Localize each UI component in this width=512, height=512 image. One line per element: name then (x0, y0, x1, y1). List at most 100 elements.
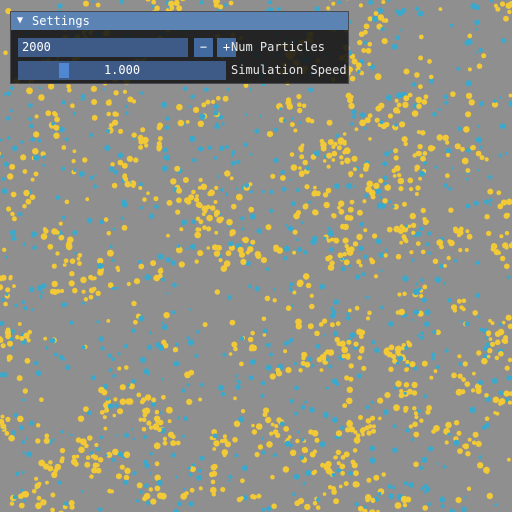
particle-yellow (7, 173, 14, 180)
particle-yellow (91, 467, 98, 474)
decrement-button[interactable]: − (194, 38, 213, 57)
particle-blue (192, 157, 197, 163)
particle-blue (170, 452, 176, 458)
particle-blue (384, 248, 388, 252)
particle-blue (146, 500, 151, 506)
particle-yellow (189, 487, 195, 493)
particle-yellow (282, 466, 290, 473)
particle-yellow (359, 119, 366, 127)
particle-blue (170, 260, 176, 266)
particle-blue (125, 111, 129, 115)
particle-yellow (47, 243, 54, 250)
panel-titlebar[interactable]: ▼ Settings (11, 12, 348, 30)
particle-yellow (367, 62, 372, 67)
particle-yellow (265, 224, 272, 231)
particle-yellow (492, 396, 500, 404)
particle-blue (325, 386, 329, 390)
particle-yellow (341, 353, 347, 359)
particle-yellow (315, 505, 321, 510)
triangle-down-icon[interactable]: ▼ (17, 12, 23, 30)
particle-yellow (162, 440, 168, 446)
particle-yellow (363, 29, 368, 35)
particle-yellow (465, 111, 472, 118)
particle-blue (11, 235, 17, 241)
particle-yellow (421, 99, 428, 105)
particle-yellow (269, 431, 274, 436)
particle-blue (311, 235, 319, 242)
particle-blue (196, 330, 200, 334)
particle-yellow (461, 157, 469, 165)
particle-yellow (299, 170, 305, 176)
particle-yellow (394, 502, 402, 509)
particle-yellow (210, 486, 217, 494)
particle-yellow (356, 259, 362, 265)
particle-blue (176, 244, 181, 248)
particle-yellow (142, 139, 148, 144)
particle-yellow (272, 429, 279, 435)
particle-blue (230, 160, 236, 166)
particle-yellow (233, 396, 237, 401)
particle-blue (369, 445, 376, 452)
particle-yellow (225, 250, 232, 257)
particle-yellow (461, 377, 466, 382)
particle-yellow (403, 141, 409, 147)
particle-yellow (314, 437, 320, 443)
particle-blue (149, 471, 152, 474)
particle-blue (199, 113, 206, 120)
particle-blue (188, 105, 192, 108)
particle-yellow (411, 390, 418, 396)
particle-yellow (432, 258, 439, 265)
particle-blue (420, 335, 425, 340)
particle-blue (323, 333, 327, 337)
particle-yellow (311, 190, 318, 197)
particle-yellow (402, 101, 409, 109)
particle-blue (508, 103, 512, 107)
particle-blue (395, 361, 400, 365)
particle-blue (69, 320, 74, 325)
particle-yellow (107, 99, 112, 104)
particle-yellow (418, 176, 422, 181)
particle-blue (231, 154, 234, 158)
particle-yellow (166, 406, 173, 414)
particle-yellow (354, 127, 359, 132)
particle-blue (366, 296, 369, 300)
particle-yellow (495, 6, 501, 12)
particle-blue (302, 481, 306, 485)
particle-blue (171, 310, 176, 315)
particle-blue (379, 120, 384, 125)
particle-yellow (304, 503, 311, 511)
particle-yellow (112, 448, 119, 456)
particle-blue (310, 363, 315, 368)
particle-yellow (295, 323, 302, 330)
particle-yellow (58, 221, 63, 226)
particle-yellow (104, 407, 110, 413)
particle-blue (327, 230, 334, 237)
particle-blue (187, 383, 191, 387)
particle-yellow (195, 201, 202, 208)
particle-yellow (342, 150, 347, 155)
particle-yellow (454, 143, 461, 150)
particle-yellow (414, 72, 420, 78)
particle-yellow (399, 121, 406, 128)
particle-yellow (322, 159, 327, 163)
particle-yellow (301, 103, 307, 109)
particle-yellow (72, 149, 77, 154)
num-particles-input[interactable]: 2000 (18, 38, 188, 57)
particle-yellow (413, 461, 419, 468)
particle-yellow (458, 248, 463, 253)
particle-yellow (462, 361, 468, 367)
particle-blue (403, 391, 407, 395)
particle-blue (13, 413, 19, 418)
particle-blue (194, 353, 199, 358)
particle-yellow (467, 67, 472, 72)
particle-blue (439, 496, 446, 503)
particle-blue (164, 125, 170, 130)
particle-yellow (309, 303, 315, 310)
particle-blue (172, 282, 177, 288)
simulation-speed-slider[interactable]: 1.000 (18, 61, 226, 80)
particle-yellow (151, 0, 157, 5)
particle-blue (345, 316, 351, 321)
particle-yellow (338, 484, 343, 489)
particle-yellow (420, 249, 426, 255)
particle-yellow (358, 415, 363, 420)
